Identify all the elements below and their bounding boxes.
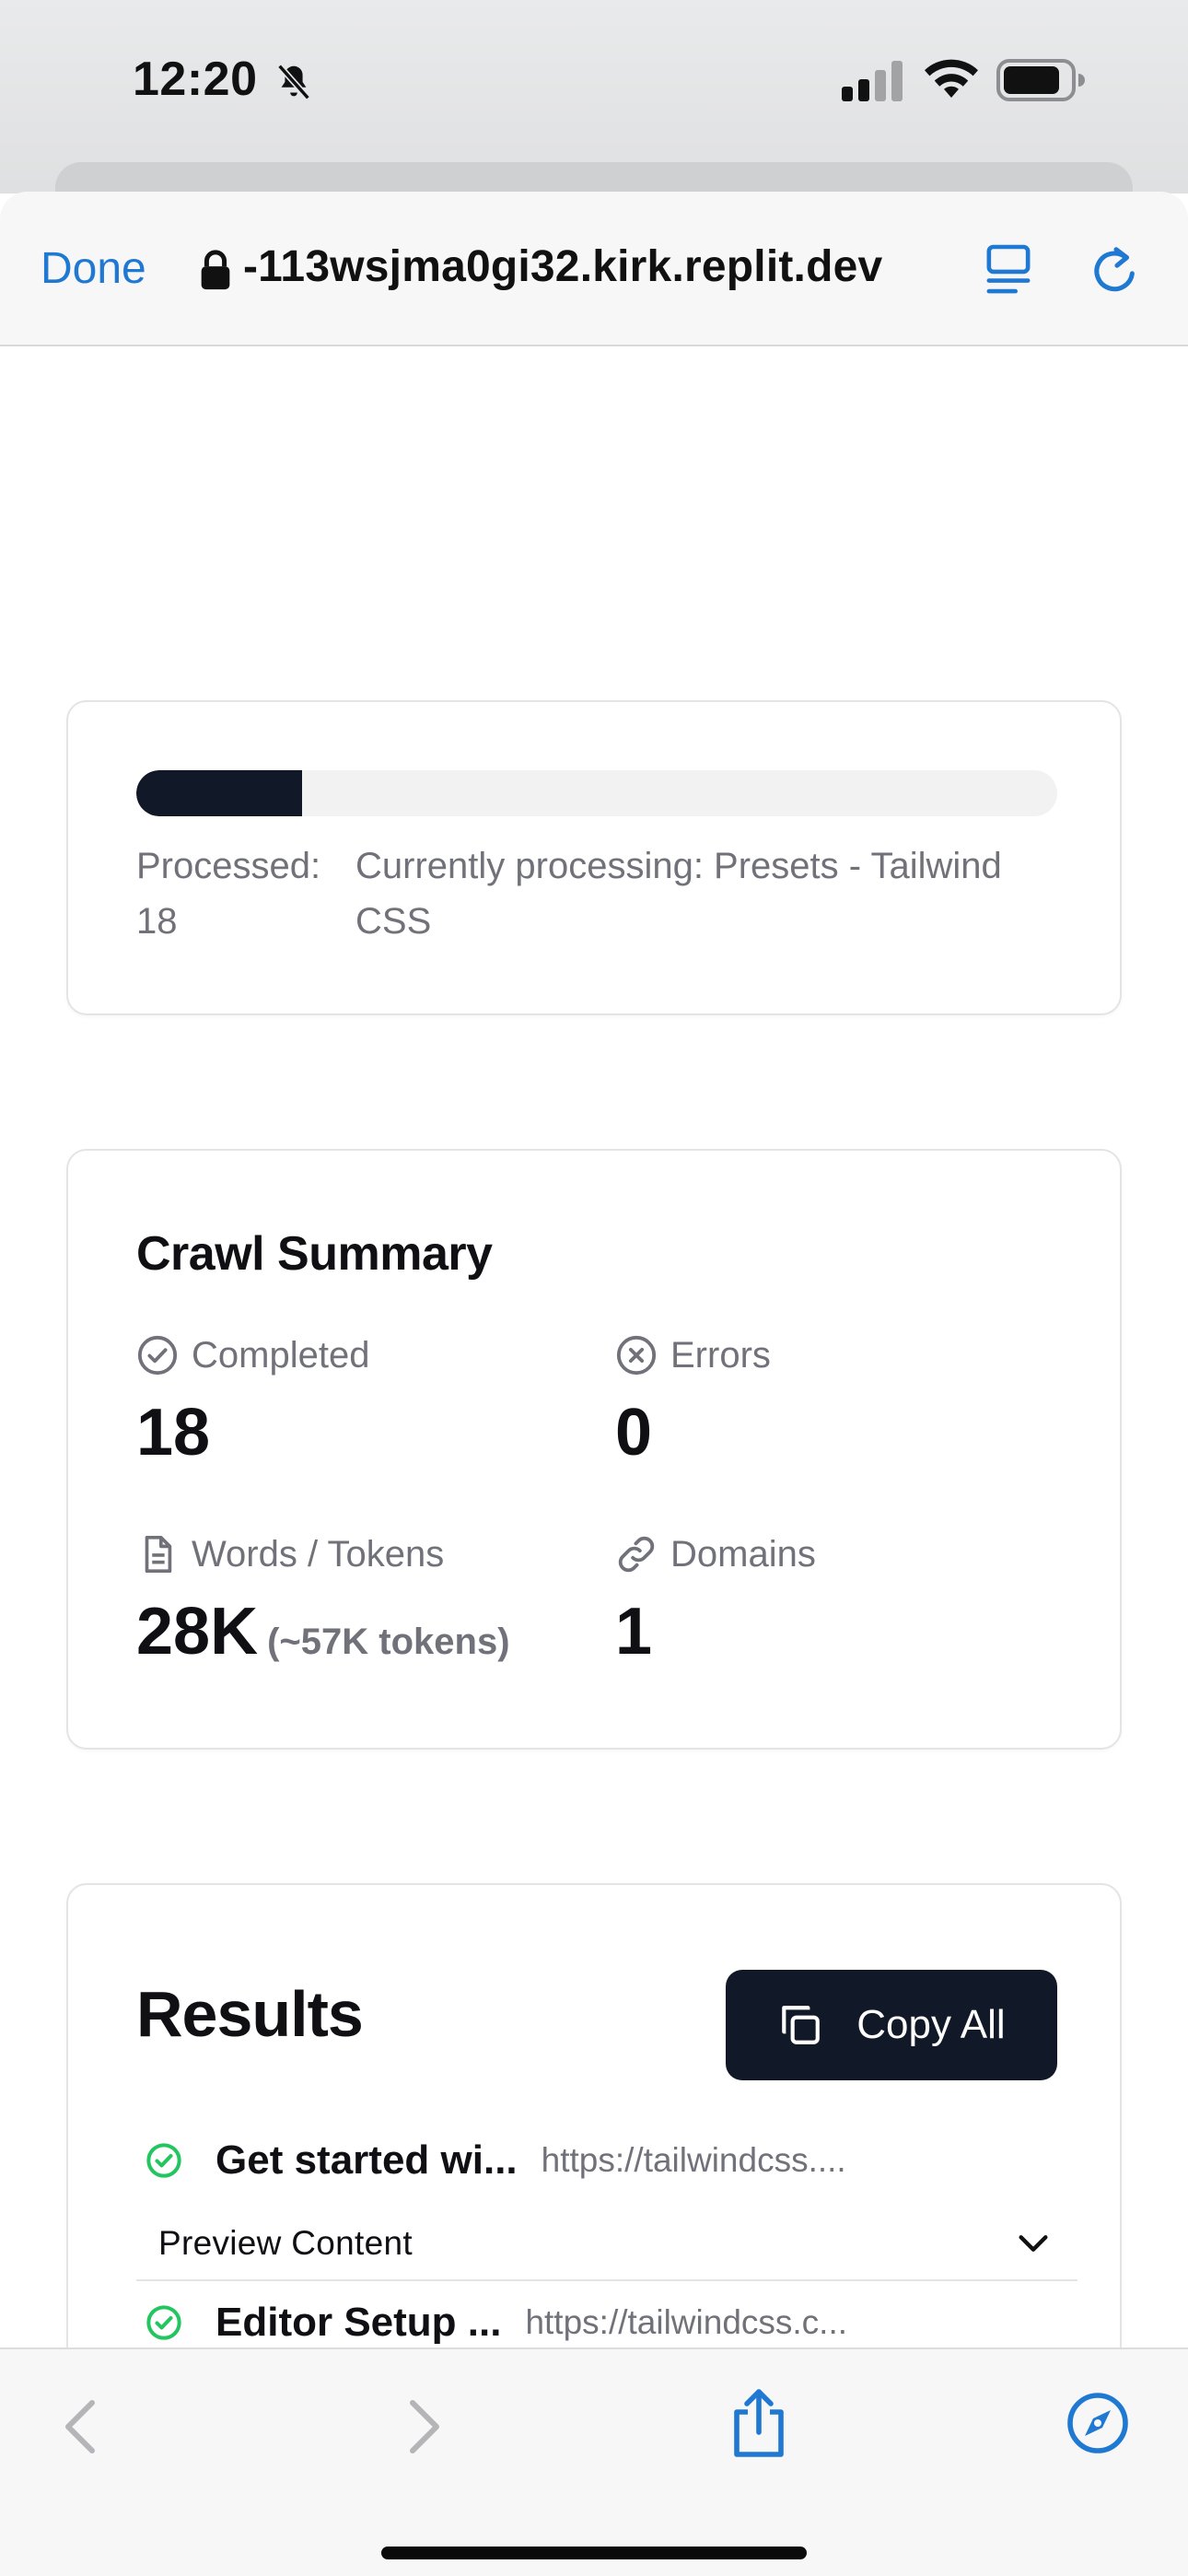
compass-icon[interactable] [1066, 2392, 1129, 2454]
copy-all-button[interactable]: Copy All [726, 1970, 1057, 2080]
cellular-signal-icon [842, 61, 903, 101]
stat-errors-value: 0 [615, 1396, 653, 1469]
file-text-icon [145, 1535, 172, 1574]
stat-words-number: 28K [136, 1595, 259, 1669]
bell-slash-icon [277, 64, 310, 100]
stat-tokens-sub: (~57K tokens) [267, 1622, 510, 1662]
preview-content-toggle[interactable]: Preview Content [136, 2207, 1077, 2281]
home-indicator [381, 2547, 807, 2559]
stat-words-value: 28K (~57K tokens) [136, 1595, 510, 1679]
share-icon[interactable] [728, 2386, 790, 2460]
stat-completed-value: 18 [136, 1396, 211, 1469]
crawl-summary-title: Crawl Summary [136, 1227, 493, 1281]
chevron-down-icon [1019, 2235, 1048, 2252]
stat-words-label: Words / Tokens [192, 1533, 445, 1575]
stat-words-tokens: Words / Tokens 28K (~57K tokens) [136, 1530, 510, 1679]
browser-bottom-bar [0, 2348, 1188, 2576]
stat-completed-label: Completed [192, 1334, 370, 1376]
copy-icon [782, 2006, 821, 2044]
success-check-icon [146, 2305, 181, 2340]
wifi-icon [925, 59, 978, 98]
result-item[interactable]: Editor Setup ... https://tailwindcss.c..… [146, 2290, 847, 2355]
reader-view-icon[interactable] [985, 243, 1031, 297]
url-address[interactable]: -113wsjma0gi32.kirk.replit.dev [243, 241, 882, 292]
crawl-summary-card: Crawl Summary Completed 18 Errors 0 Word… [66, 1149, 1122, 1750]
link-icon [618, 1536, 655, 1573]
x-circle-icon [616, 1335, 657, 1376]
result-title: Editor Setup ... [215, 2300, 502, 2345]
stat-domains: Domains 1 [615, 1530, 816, 1669]
stat-errors-label: Errors [670, 1334, 771, 1376]
stat-completed: Completed 18 [136, 1331, 370, 1470]
back-arrow-icon[interactable] [59, 2397, 99, 2456]
result-url[interactable]: https://tailwindcss.... [542, 2141, 846, 2180]
battery-icon [996, 59, 1085, 101]
done-button[interactable]: Done [41, 243, 146, 294]
result-url[interactable]: https://tailwindcss.c... [525, 2303, 847, 2342]
success-check-icon [146, 2143, 181, 2178]
current-processing-text: Currently processing: Presets - Tailwind… [355, 846, 1002, 942]
progress-card: Processed: 18 Currently processing: Pres… [66, 700, 1122, 1015]
browser-toolbar: Done -113wsjma0gi32.kirk.replit.dev [0, 192, 1188, 346]
reload-icon[interactable] [1089, 243, 1142, 299]
check-circle-icon [137, 1335, 178, 1376]
processed-count: Processed: 18 [136, 846, 321, 942]
progress-bar [136, 770, 1057, 816]
forward-arrow-icon[interactable] [405, 2397, 446, 2456]
preview-content-label: Preview Content [158, 2224, 413, 2262]
results-title: Results [136, 1978, 364, 2050]
stat-domains-label: Domains [670, 1533, 816, 1575]
stat-errors: Errors 0 [615, 1331, 771, 1470]
copy-all-label: Copy All [856, 2002, 1006, 2047]
status-time: 12:20 [133, 53, 258, 106]
result-item[interactable]: Get started wi... https://tailwindcss...… [146, 2128, 846, 2193]
lock-icon [201, 250, 230, 290]
result-title: Get started wi... [215, 2137, 518, 2183]
progress-bar-fill [136, 770, 302, 816]
stat-domains-value: 1 [615, 1595, 653, 1669]
